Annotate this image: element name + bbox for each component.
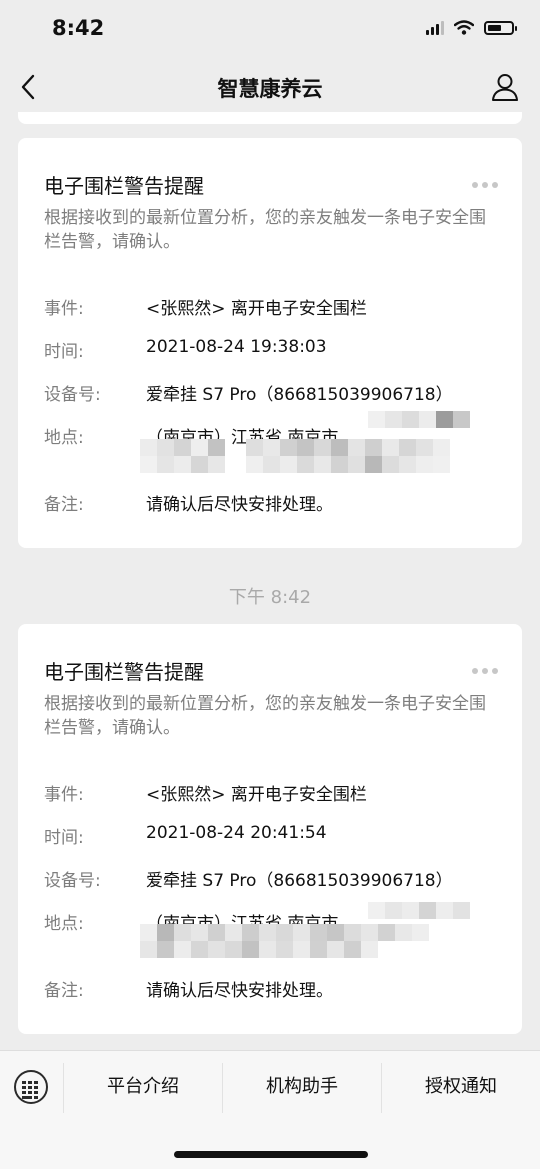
location-label: 地点: bbox=[44, 914, 84, 934]
event-value: <张熙然> 离开电子安全围栏 bbox=[146, 299, 367, 319]
card-title: 电子围栏警告提醒 bbox=[44, 174, 204, 198]
device-value: 爱牵挂 S7 Pro（866815039906718） bbox=[146, 385, 453, 405]
redacted-location-line-4 bbox=[140, 456, 225, 473]
time-label: 时间: bbox=[44, 342, 84, 362]
device-label: 设备号: bbox=[44, 385, 101, 405]
home-indicator[interactable] bbox=[174, 1151, 368, 1158]
device-value: 爱牵挂 S7 Pro（866815039906718） bbox=[146, 871, 453, 891]
card-title: 电子围栏警告提醒 bbox=[44, 660, 204, 684]
remark-label: 备注: bbox=[44, 981, 84, 1001]
redacted-location-line-1 bbox=[140, 924, 429, 941]
remark-value: 请确认后尽快安排处理。 bbox=[146, 495, 333, 515]
wifi-icon bbox=[454, 20, 474, 35]
redacted-location-line-1 bbox=[140, 439, 225, 456]
redacted-location bbox=[368, 902, 470, 919]
menu-platform-intro[interactable]: 平台介绍 bbox=[64, 1069, 222, 1117]
person-icon[interactable] bbox=[490, 72, 520, 102]
battery-level bbox=[488, 24, 501, 31]
event-value: <张熙然> 离开电子安全围栏 bbox=[146, 785, 367, 805]
cellular-signal-icon bbox=[426, 20, 444, 35]
status-bar: 8:42 bbox=[0, 0, 540, 58]
more-icon[interactable] bbox=[472, 182, 498, 188]
time-value: 2021-08-24 19:38:03 bbox=[146, 337, 327, 357]
message-card[interactable]: 电子围栏警告提醒 根据接收到的最新位置分析，您的亲友触发一条电子安全围栏告警，请… bbox=[18, 138, 522, 548]
message-card[interactable]: 电子围栏警告提醒 根据接收到的最新位置分析，您的亲友触发一条电子安全围栏告警，请… bbox=[18, 624, 522, 1034]
time-label: 时间: bbox=[44, 828, 84, 848]
keyboard-icon[interactable] bbox=[14, 1070, 48, 1104]
card-description: 根据接收到的最新位置分析，您的亲友触发一条电子安全围栏告警，请确认。 bbox=[44, 208, 486, 252]
time-value: 2021-08-24 20:41:54 bbox=[146, 823, 327, 843]
menu-authorization-notice[interactable]: 授权通知 bbox=[382, 1069, 540, 1117]
chat-timestamp: 下午 8:42 bbox=[228, 587, 312, 608]
redacted-location-line-2 bbox=[246, 439, 450, 456]
remark-value: 请确认后尽快安排处理。 bbox=[146, 981, 333, 1001]
device-label: 设备号: bbox=[44, 871, 101, 891]
page-title: 智慧康养云 bbox=[217, 77, 323, 101]
previous-message-card bbox=[18, 112, 522, 124]
redacted-location bbox=[368, 411, 470, 428]
card-description: 根据接收到的最新位置分析，您的亲友触发一条电子安全围栏告警，请确认。 bbox=[44, 694, 486, 738]
location-label: 地点: bbox=[44, 428, 84, 448]
status-time: 8:42 bbox=[52, 16, 105, 40]
redacted-location-line-2 bbox=[140, 941, 378, 958]
remark-label: 备注: bbox=[44, 495, 84, 515]
more-icon[interactable] bbox=[472, 668, 498, 674]
status-icons bbox=[426, 20, 517, 35]
battery-icon bbox=[484, 20, 517, 35]
event-label: 事件: bbox=[44, 785, 84, 805]
nav-bar: 智慧康养云 bbox=[0, 58, 540, 116]
event-label: 事件: bbox=[44, 299, 84, 319]
redacted-location-line-3 bbox=[246, 456, 450, 473]
menu-institution-assistant[interactable]: 机构助手 bbox=[223, 1069, 381, 1117]
